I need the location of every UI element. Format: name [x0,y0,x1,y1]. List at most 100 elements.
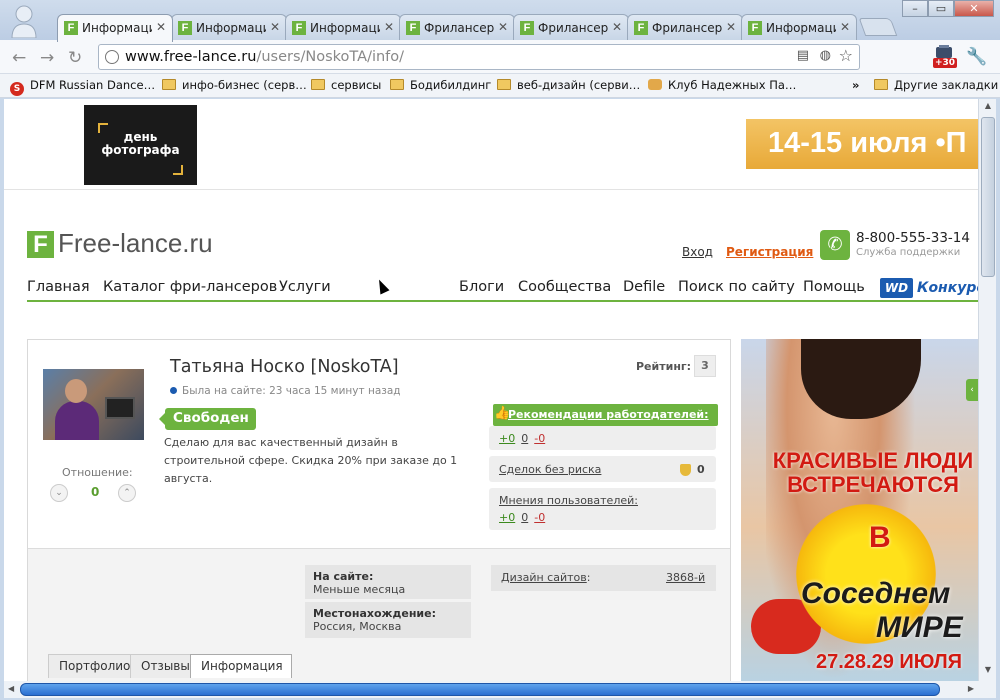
rec-neutral[interactable]: 0 [521,432,528,445]
side-panel-toggle-icon[interactable]: ‹ [966,379,978,401]
nav-communities[interactable]: Сообщества [518,279,611,295]
minimize-button[interactable]: – [902,0,928,17]
avatar-head [65,379,87,403]
op-neutral[interactable]: 0 [521,511,528,524]
bookmark-folder-bodybuilding[interactable]: Бодибилдинг [390,78,491,92]
address-bar[interactable]: www.free-lance.ru/users/NoskoTA/info/ ▤ … [98,44,860,70]
scroll-left-arrow-icon[interactable]: ◀ [8,684,14,693]
extension-badge: +30 [933,58,958,68]
register-link[interactable]: Регистрация [726,245,813,259]
resize-grip[interactable] [978,681,996,698]
vote-down-button[interactable]: ⌄ [50,484,68,502]
opinions-link[interactable]: Мнения пользователей: [499,494,638,507]
tab-portfolio[interactable]: Портфолио [48,654,140,678]
scroll-up-arrow-icon[interactable]: ▲ [981,101,995,115]
browser-tab-5[interactable]: F Фрилансер ✕ [513,14,629,41]
browser-tab-2[interactable]: F Информаци ✕ [171,14,287,41]
login-link[interactable]: Вход [682,245,713,259]
category-rank-link[interactable]: 3868-й [666,571,705,584]
avatar[interactable] [43,369,144,440]
tab-close-icon[interactable]: ✕ [612,20,622,34]
bookmark-label: веб-дизайн (серви… [517,78,641,92]
folder-icon [311,79,325,90]
rec-minus[interactable]: -0 [534,432,545,445]
bookmark-folder-info-business[interactable]: инфо-бизнес (серв… [162,78,307,92]
forward-arrow-icon[interactable]: → [40,48,54,68]
tab-reviews[interactable]: Отзывы [130,654,199,678]
nav-defile[interactable]: Defile [623,279,665,295]
user-profile-icon[interactable] [10,4,38,38]
vote-up-button[interactable]: ⌃ [118,484,136,502]
vertical-scroll-thumb[interactable] [981,117,995,277]
recommendations-header[interactable]: 👍 Рекомендации работодателей: [493,404,718,426]
horizontal-scroll-thumb[interactable] [20,683,940,696]
nav-home[interactable]: Главная [27,279,90,295]
nav-blogs[interactable]: Блоги [459,279,504,295]
on-site-label: На сайте: [313,570,374,583]
wd-logo-icon[interactable]: WD [880,278,913,298]
bookmark-label: Бодибилдинг [410,78,492,92]
back-arrow-icon[interactable]: ← [12,48,26,68]
browser-tab-1[interactable]: F Информаци ✕ [57,14,173,42]
ad-headline: КРАСИВЫЕ ЛЮДИ ВСТРЕЧАЮТСЯ [772,448,974,497]
new-tab-button[interactable] [858,18,898,36]
bookmark-folder-web-design[interactable]: веб-дизайн (серви… [497,78,640,92]
browser-tab-7[interactable]: F Информаци ✕ [741,14,857,41]
category-link[interactable]: Дизайн сайтов [501,571,587,584]
tab-close-icon[interactable]: ✕ [384,20,394,34]
recommendations-link[interactable]: Рекомендации работодателей: [508,408,709,421]
bookmark-club[interactable]: Клуб Надежных Па… [648,78,796,92]
tab-title: Информаци [82,21,152,35]
scroll-right-arrow-icon[interactable]: ▶ [968,684,974,693]
close-window-button[interactable]: ✕ [954,0,994,17]
bookmarks-overflow-chevron[interactable]: » [852,78,859,92]
page-icon[interactable]: ▤ [797,48,809,63]
nav-services[interactable]: Услуги [279,279,331,295]
wrench-icon[interactable]: 🔧 [966,47,987,67]
nav-site-search[interactable]: Поиск по сайту [678,279,795,295]
tab-close-icon[interactable]: ✕ [498,20,508,34]
tab-close-icon[interactable]: ✕ [270,20,280,34]
event-advertisement[interactable]: КРАСИВЫЕ ЛЮДИ ВСТРЕЧАЮТСЯ В Соседнем МИР… [741,339,978,681]
op-minus[interactable]: -0 [534,511,545,524]
tab-close-icon[interactable]: ✕ [156,20,166,34]
tab-close-icon[interactable]: ✕ [840,20,850,34]
nav-contest[interactable]: Конкурс [917,280,978,296]
nav-freelancer-catalog[interactable]: Каталог фри-лансеров [103,279,277,295]
vertical-scrollbar[interactable]: ▲ ▼ [978,99,996,681]
rating-value: 3 [694,355,716,377]
day-of-photographer-banner[interactable]: день фотографа [84,105,197,185]
bookmark-label: Клуб Надежных Па… [668,78,797,92]
bookmark-folder-services[interactable]: сервисы [311,78,381,92]
rec-plus[interactable]: +0 [499,432,515,445]
horizontal-scrollbar[interactable]: ◀ ▶ [4,681,978,698]
folder-icon [874,79,888,90]
extension-icon[interactable] [935,45,953,59]
bookmark-dfm[interactable]: S DFM Russian Dance… [10,78,155,96]
reload-icon[interactable]: ↻ [68,48,82,68]
avatar-computer [105,397,135,419]
tab-information[interactable]: Информация [190,654,292,678]
logo-mark-icon: F [27,231,54,258]
folder-icon [390,79,404,90]
safe-deals-link[interactable]: Сделок без риска [499,463,601,476]
page-viewport: день фотографа 14-15 июля •П F Free-lanc… [4,99,978,681]
bookmark-star-icon[interactable]: ☆ [839,46,853,65]
july-event-banner[interactable]: 14-15 июля •П [746,119,978,169]
lightbulb-icon[interactable]: ◍ [820,48,831,63]
browser-tab-3[interactable]: F Информаци ✕ [285,14,401,41]
attitude-value: 0 [91,485,100,499]
folder-icon [497,79,511,90]
browser-tab-4[interactable]: F Фрилансер ✕ [399,14,515,41]
bookmark-label: инфо-бизнес (серв… [182,78,307,92]
browser-tab-6[interactable]: F Фрилансер ✕ [627,14,743,41]
support-label: Служба поддержки [856,247,961,258]
op-plus[interactable]: +0 [499,511,515,524]
tab-close-icon[interactable]: ✕ [726,20,736,34]
maximize-button[interactable]: ▭ [928,0,954,17]
nav-help[interactable]: Помощь [803,279,865,295]
nav-underline [27,300,978,302]
scroll-down-arrow-icon[interactable]: ▼ [981,665,995,679]
frame-corner-icon [173,165,183,175]
other-bookmarks[interactable]: Другие закладки [874,78,998,92]
